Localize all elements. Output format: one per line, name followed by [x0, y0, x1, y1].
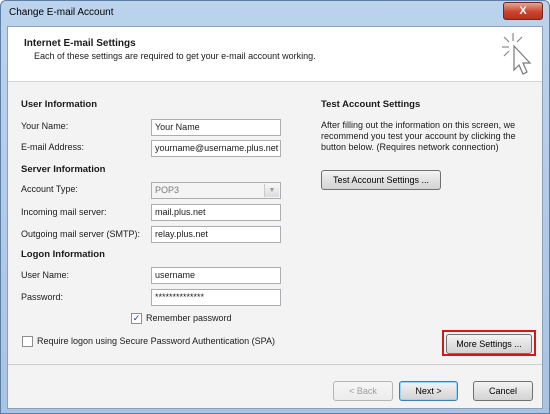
logon-information-heading: Logon Information [21, 249, 105, 260]
incoming-server-label: Incoming mail server: [21, 207, 107, 217]
account-type-value: POP3 [155, 185, 180, 195]
window-title: Change E-mail Account [9, 7, 114, 18]
test-account-settings-button[interactable]: Test Account Settings ... [321, 170, 441, 190]
header-panel: Internet E-mail Settings Each of these s… [8, 27, 542, 82]
server-information-heading: Server Information [21, 164, 106, 175]
back-button[interactable]: < Back [333, 381, 393, 401]
footer-divider [8, 364, 542, 365]
spa-label: Require logon using Secure Password Auth… [37, 336, 275, 346]
spa-checkbox[interactable] [22, 336, 33, 347]
close-button[interactable]: X [503, 2, 543, 20]
test-account-heading: Test Account Settings [321, 99, 421, 110]
email-address-field[interactable]: yourname@username.plus.net [151, 140, 281, 157]
user-name-field[interactable]: username [151, 267, 281, 284]
more-settings-button[interactable]: More Settings ... [446, 334, 532, 354]
dialog-window: Change E-mail Account X Internet E-mail … [0, 0, 550, 414]
outgoing-server-field[interactable]: relay.plus.net [151, 226, 281, 243]
remember-password-label: Remember password [146, 313, 232, 323]
password-label: Password: [21, 292, 64, 302]
user-name-label: User Name: [21, 270, 70, 280]
account-type-label: Account Type: [21, 184, 78, 194]
cancel-button[interactable]: Cancel [473, 381, 533, 401]
chevron-down-icon: ▼ [264, 184, 279, 197]
header-title: Internet E-mail Settings [24, 38, 136, 49]
dialog-content: Internet E-mail Settings Each of these s… [7, 26, 543, 409]
header-subtitle: Each of these settings are required to g… [34, 51, 316, 61]
remember-password-checkbox[interactable]: ✓ [131, 313, 142, 324]
titlebar[interactable]: Change E-mail Account X [1, 1, 549, 26]
email-address-label: E-mail Address: [21, 142, 85, 152]
your-name-label: Your Name: [21, 121, 69, 131]
outgoing-server-label: Outgoing mail server (SMTP): [21, 229, 141, 239]
test-account-description: After filling out the information on thi… [321, 120, 516, 152]
pointer-sparkle-icon [502, 33, 532, 75]
your-name-field[interactable]: Your Name [151, 119, 281, 136]
user-information-heading: User Information [21, 99, 98, 110]
next-button[interactable]: Next > [399, 381, 458, 401]
password-field[interactable]: ************** [151, 289, 281, 306]
account-type-select: POP3 ▼ [151, 182, 281, 199]
incoming-server-field[interactable]: mail.plus.net [151, 204, 281, 221]
